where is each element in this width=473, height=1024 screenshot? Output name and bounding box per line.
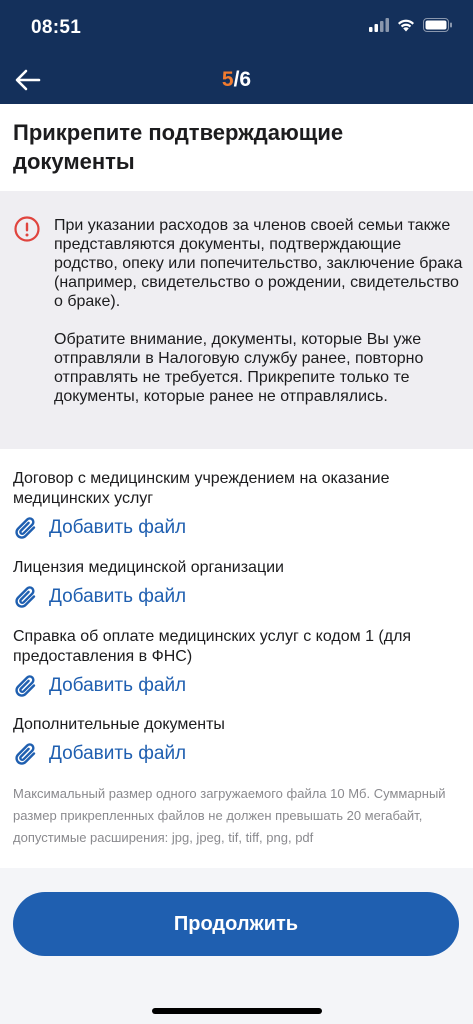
bottom-bar: Продолжить: [0, 868, 473, 1024]
paperclip-icon: [15, 675, 36, 697]
status-time: 08:51: [31, 17, 82, 38]
document-label-contract: Договор с медицинским учреждением на ока…: [13, 470, 390, 507]
add-file-button-contract[interactable]: Добавить файл: [13, 514, 186, 542]
add-file-label: Добавить файл: [49, 586, 187, 607]
document-label-payment-certificate: Справка об оплате медицинских услуг с ко…: [13, 628, 412, 665]
page-title: Прикрепите подтверждающие документы: [13, 120, 344, 174]
add-file-label: Добавить файл: [49, 743, 187, 764]
notice-paragraph-1: При указании расходов за членов своей се…: [54, 217, 463, 310]
document-label-license: Лицензия медицинской организации: [13, 559, 284, 576]
file-size-hint: Максимальный размер одного загружаемого …: [13, 786, 446, 845]
continue-button[interactable]: Продолжить: [13, 892, 459, 956]
paperclip-icon: [15, 517, 36, 539]
step-total: 6: [239, 68, 252, 91]
add-file-button-additional[interactable]: Добавить файл: [13, 740, 186, 768]
document-label-additional: Дополнительные документы: [13, 716, 225, 733]
paperclip-icon: [15, 586, 36, 608]
status-icons: [369, 18, 453, 32]
notice-text: При указании расходов за членов своей се…: [54, 216, 464, 406]
notice-paragraph-2: Обратите внимание, документы, которые Вы…: [54, 331, 424, 405]
wifi-icon: [398, 19, 414, 32]
top-bar: 08:51 5/6: [0, 0, 473, 104]
step-current: 5: [221, 68, 234, 91]
info-notice: При указании расходов за членов своей се…: [0, 191, 473, 449]
add-file-label: Добавить файл: [49, 675, 187, 696]
signal-icon: [369, 18, 389, 32]
add-file-button-payment-certificate[interactable]: Добавить файл: [13, 672, 186, 700]
paperclip-icon: [15, 743, 36, 765]
home-indicator[interactable]: [152, 1008, 322, 1014]
add-file-label: Добавить файл: [49, 517, 187, 538]
battery-icon: [423, 18, 452, 32]
step-indicator: 5/6: [0, 68, 473, 92]
exclamation-circle-icon: [14, 216, 40, 242]
add-file-button-license[interactable]: Добавить файл: [13, 583, 186, 611]
